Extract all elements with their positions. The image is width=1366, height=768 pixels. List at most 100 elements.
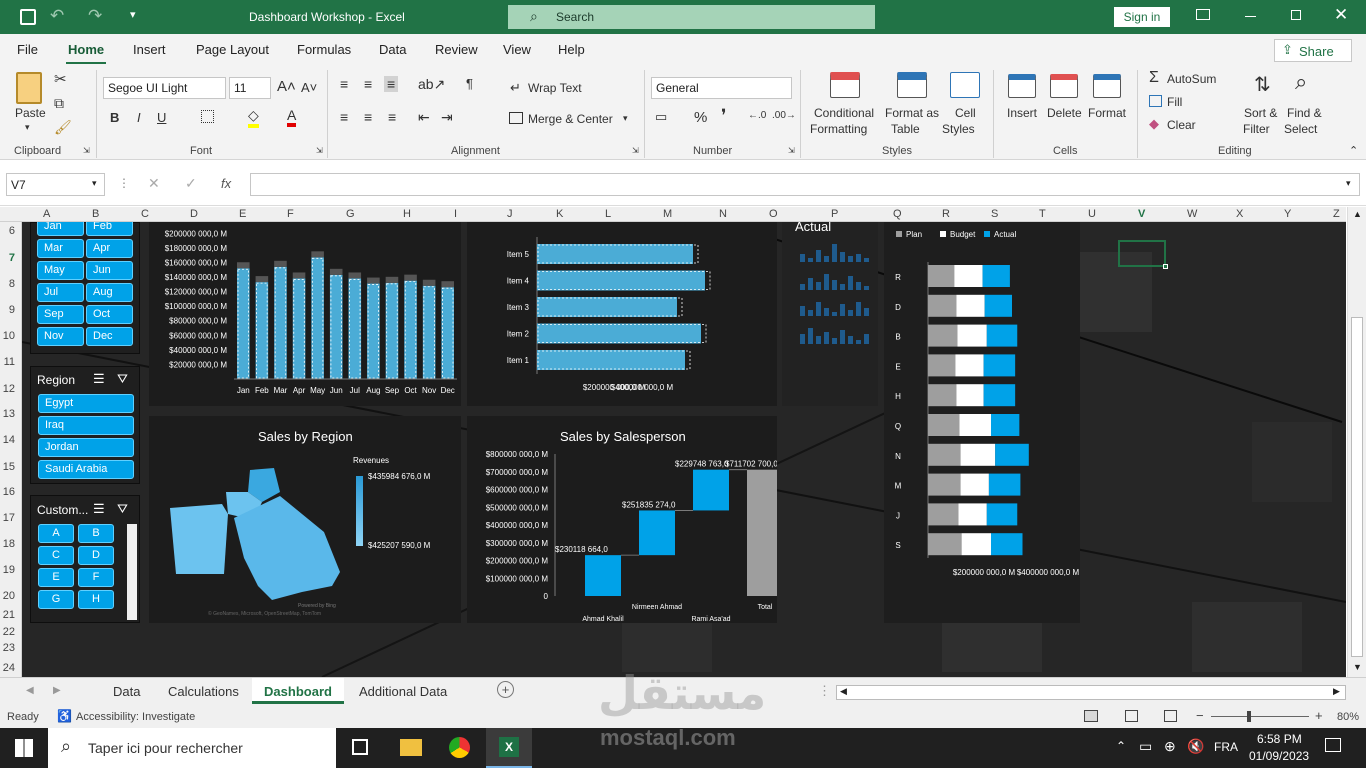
zoom-out-icon[interactable]: − <box>1196 708 1204 723</box>
dashboard-sheet[interactable]: Region ☰ ⛛ Egypt Iraq Jordan Saudi Arabi… <box>22 222 1346 677</box>
cell-styles-button-line2[interactable]: Styles <box>942 122 975 136</box>
excel-taskbar-button[interactable]: X <box>486 728 532 768</box>
insert-function-icon[interactable]: fx <box>221 176 231 191</box>
save-icon[interactable] <box>20 9 36 25</box>
slicer-item-apr[interactable]: Apr <box>86 239 133 258</box>
format-painter-icon[interactable]: 🖌 <box>54 119 72 136</box>
slicer-item-oct[interactable]: Oct <box>86 305 133 324</box>
row-header-23[interactable]: 23 <box>3 642 15 654</box>
orientation-icon[interactable]: ab↗ <box>418 76 445 93</box>
column-header-f[interactable]: F <box>287 208 294 220</box>
row-header-10[interactable]: 10 <box>3 330 15 342</box>
cut-icon[interactable]: ✂ <box>54 70 67 88</box>
accounting-icon[interactable]: ▭ <box>655 109 667 125</box>
copy-icon[interactable]: ⧉ <box>54 95 64 112</box>
tab-view[interactable]: View <box>503 42 531 57</box>
slicer-item-iraq[interactable]: Iraq <box>38 416 134 435</box>
clear-icon[interactable]: ◆ <box>1149 116 1159 132</box>
confirm-entry-icon[interactable]: ✓ <box>185 175 197 192</box>
merge-dropdown-icon[interactable]: ▾ <box>623 113 628 124</box>
column-header-m[interactable]: M <box>663 208 672 220</box>
column-header-u[interactable]: U <box>1088 208 1096 220</box>
file-explorer-icon[interactable] <box>400 739 422 756</box>
row-header-6[interactable]: 6 <box>9 225 15 237</box>
column-header-y[interactable]: Y <box>1284 208 1291 220</box>
autosum-button[interactable]: AutoSum <box>1167 72 1216 86</box>
alignment-launcher-icon[interactable]: ⇲ <box>632 146 639 155</box>
sort-filter-button[interactable]: Sort & <box>1244 106 1277 120</box>
tab-insert[interactable]: Insert <box>133 42 166 57</box>
tab-formulas[interactable]: Formulas <box>297 42 351 57</box>
cell-styles-icon[interactable] <box>950 72 980 98</box>
sheet-tab-data[interactable]: Data <box>113 684 140 699</box>
format-cells-button[interactable]: Format <box>1088 106 1126 120</box>
maximize-icon[interactable] <box>1291 10 1301 20</box>
clipboard-launcher-icon[interactable]: ⇲ <box>83 146 90 155</box>
bold-icon[interactable]: B <box>110 110 119 125</box>
column-header-e[interactable]: E <box>239 208 246 220</box>
row-header-11[interactable]: 11 <box>4 356 15 368</box>
tab-split-icon[interactable]: ⋮ <box>818 683 831 699</box>
column-header-a[interactable]: A <box>43 208 50 220</box>
vertical-scrollbar[interactable]: ▲ ▼ <box>1347 207 1366 677</box>
row-header-16[interactable]: 16 <box>3 486 15 498</box>
page-break-view-icon[interactable] <box>1164 710 1177 722</box>
scroll-down-icon[interactable]: ▼ <box>1353 662 1362 672</box>
row-header-13[interactable]: 13 <box>3 408 15 420</box>
align-center-icon[interactable]: ≡ <box>364 109 372 125</box>
autosum-icon[interactable]: Σ <box>1149 69 1159 87</box>
column-header-r[interactable]: R <box>942 208 950 220</box>
column-header-d[interactable]: D <box>190 208 198 220</box>
merge-center-button[interactable]: Merge & Center <box>528 112 613 126</box>
accessibility-icon[interactable]: ♿ <box>57 709 72 723</box>
find-select-button-line2[interactable]: Select <box>1284 122 1317 136</box>
fill-icon[interactable] <box>1149 95 1162 107</box>
row-header-22[interactable]: 22 <box>3 626 15 638</box>
redo-icon[interactable]: ↷ <box>88 6 102 26</box>
clear-button[interactable]: Clear <box>1167 118 1196 132</box>
next-sheet-icon[interactable]: ▶ <box>53 685 61 696</box>
column-header-v[interactable]: V <box>1138 208 1145 220</box>
column-header-c[interactable]: C <box>141 208 149 220</box>
column-header-z[interactable]: Z <box>1333 208 1340 220</box>
font-color-icon[interactable]: A <box>287 107 297 127</box>
row-header-14[interactable]: 14 <box>3 434 15 446</box>
row-header-18[interactable]: 18 <box>3 538 15 550</box>
slicer-scrollbar[interactable] <box>127 524 137 620</box>
row-header-20[interactable]: 20 <box>3 590 15 602</box>
column-header-i[interactable]: I <box>454 208 457 220</box>
prev-sheet-icon[interactable]: ◀ <box>26 685 34 696</box>
customize-qat-icon[interactable]: ▾ <box>130 8 136 21</box>
tab-home[interactable]: Home <box>68 42 104 57</box>
italic-icon[interactable]: I <box>137 110 141 125</box>
slicer-item-may[interactable]: May <box>37 261 84 280</box>
format-cells-icon[interactable] <box>1093 74 1121 98</box>
slicer-item-customer-a[interactable]: A <box>38 524 74 543</box>
find-select-button[interactable]: Find & <box>1287 106 1322 120</box>
tab-file[interactable]: File <box>17 42 38 57</box>
expand-formula-icon[interactable]: ▾ <box>1346 178 1351 189</box>
slicer-item-customer-h[interactable]: H <box>78 590 114 609</box>
find-select-icon[interactable]: ⌕ <box>1295 69 1307 95</box>
network-icon[interactable]: ▭ <box>1139 738 1152 755</box>
format-as-table-button[interactable]: Format as <box>885 106 939 120</box>
slicer-item-sep[interactable]: Sep <box>37 305 84 324</box>
slicer-item-jun[interactable]: Jun <box>86 261 133 280</box>
delete-cells-icon[interactable] <box>1050 74 1078 98</box>
delete-cells-button[interactable]: Delete <box>1047 106 1082 120</box>
conditional-formatting-button-line2[interactable]: Formatting <box>810 122 867 136</box>
column-header-l[interactable]: L <box>605 208 611 220</box>
column-header-h[interactable]: H <box>403 208 411 220</box>
slicer-item-customer-d[interactable]: D <box>78 546 114 565</box>
row-header-21[interactable]: 21 <box>3 609 15 621</box>
column-header-x[interactable]: X <box>1236 208 1243 220</box>
slicer-item-nov[interactable]: Nov <box>37 327 84 346</box>
windows-start-icon[interactable] <box>15 739 33 757</box>
align-top-icon[interactable]: ≡ <box>340 76 348 92</box>
insert-cells-icon[interactable] <box>1008 74 1036 98</box>
scroll-thumb[interactable] <box>1351 317 1363 657</box>
zoom-slider-thumb[interactable] <box>1247 711 1251 722</box>
row-header-8[interactable]: 8 <box>9 278 15 290</box>
multi-select-icon[interactable]: ☰ <box>93 501 105 517</box>
number-format-select[interactable]: General <box>651 77 792 99</box>
